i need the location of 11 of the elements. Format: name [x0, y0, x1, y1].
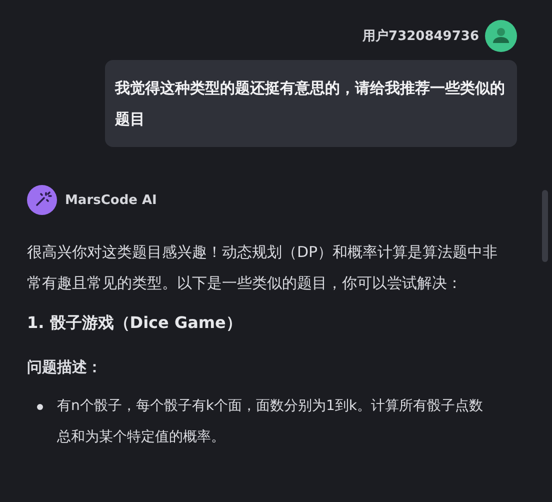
username: 用户7320849736: [362, 28, 479, 45]
user-avatar-icon: [485, 20, 517, 52]
scrollbar-thumb[interactable]: [542, 190, 548, 262]
user-message: 我觉得这种类型的题还挺有意思的，请给我推荐一些类似的题目: [105, 60, 517, 147]
ai-intro-text: 很高兴你对这类题目感兴趣！动态规划（DP）和概率计算是算法题中非常有趣且常见的类型。以下是一些类似的题目，你可以尝试解决：: [27, 242, 499, 294]
section-heading: 1. 骰子游戏（Dice Game）: [27, 313, 243, 334]
ai-name: MarsCode AI: [65, 192, 157, 208]
bullet-text: 有n个骰子，每个骰子有k个面，面数分别为1到k。计算所有骰子点数总和为某个特定值的概率。: [57, 397, 484, 447]
section-subheading: 问题描述：: [27, 358, 103, 377]
bullet-icon: [37, 404, 43, 410]
ai-avatar-icon: [27, 185, 57, 215]
